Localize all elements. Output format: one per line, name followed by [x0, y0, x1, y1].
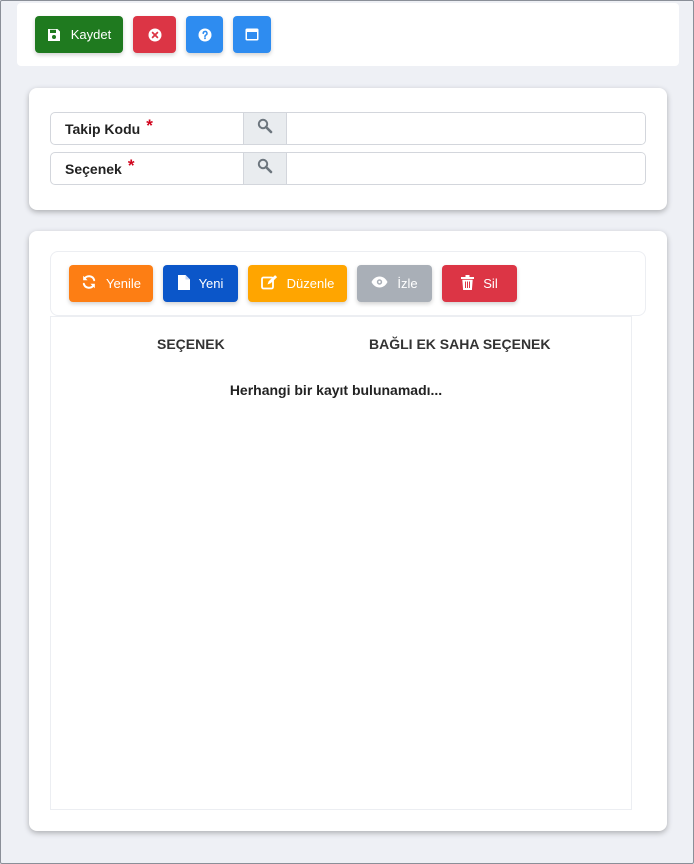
option-input[interactable]: [287, 153, 645, 184]
filter-form: Takip Kodu * Seçenek *: [29, 88, 667, 210]
file-icon: [177, 274, 190, 293]
option-search-button[interactable]: [244, 153, 287, 184]
main-toolbar: Kaydet: [17, 3, 679, 66]
tracking-code-label: Takip Kodu *: [51, 113, 244, 144]
tracking-code-search-button[interactable]: [244, 113, 287, 144]
edit-icon: [260, 274, 278, 293]
search-icon: [257, 158, 273, 179]
view-button[interactable]: İzle: [357, 265, 432, 302]
option-label: Seçenek *: [51, 153, 244, 184]
close-button[interactable]: [133, 16, 176, 53]
edit-button-label: Düzenle: [286, 276, 335, 291]
tracking-code-label-text: Takip Kodu: [65, 120, 141, 137]
edit-button[interactable]: Düzenle: [248, 265, 347, 302]
empty-state-message: Herhangi bir kayıt bulunamadı...: [229, 382, 443, 398]
records-table: SEÇENEK BAĞLI EK SAHA SEÇENEK Herhangi b…: [50, 316, 632, 810]
search-icon: [257, 118, 273, 139]
column-header-linked-option[interactable]: BAĞLI EK SAHA SEÇENEK: [369, 336, 551, 352]
save-button-label: Kaydet: [70, 27, 112, 42]
window-button[interactable]: [233, 16, 271, 53]
view-button-label: İzle: [397, 276, 418, 291]
help-button[interactable]: [186, 16, 223, 53]
refresh-icon: [81, 274, 97, 293]
tracking-code-field: Takip Kodu *: [50, 112, 646, 145]
refresh-button-label: Yenile: [106, 276, 141, 291]
option-field: Seçenek *: [50, 152, 646, 185]
refresh-button[interactable]: Yenile: [69, 265, 153, 302]
eye-icon: [371, 276, 388, 291]
delete-button[interactable]: Sil: [442, 265, 517, 302]
required-marker: *: [146, 115, 153, 135]
new-button-label: Yeni: [198, 276, 224, 291]
close-circle-icon: [148, 28, 162, 42]
column-header-option[interactable]: SEÇENEK: [157, 336, 225, 352]
window-icon: [245, 28, 259, 41]
delete-button-label: Sil: [483, 276, 498, 291]
tracking-code-input[interactable]: [287, 113, 645, 144]
records-panel: Yenile Yeni Düzenle İzle Sil SEÇENEK BAĞ…: [29, 231, 667, 831]
trash-icon: [461, 274, 475, 293]
option-label-text: Seçenek: [65, 160, 122, 177]
question-circle-icon: [198, 28, 212, 42]
save-button[interactable]: Kaydet: [35, 16, 123, 53]
floppy-disk-icon: [47, 28, 61, 42]
new-button[interactable]: Yeni: [163, 265, 238, 302]
required-marker: *: [127, 155, 135, 175]
grid-toolbar: Yenile Yeni Düzenle İzle Sil: [50, 251, 646, 316]
app-window: Kaydet Takip Kodu * Seçenek * Yenile Yen…: [0, 0, 694, 864]
